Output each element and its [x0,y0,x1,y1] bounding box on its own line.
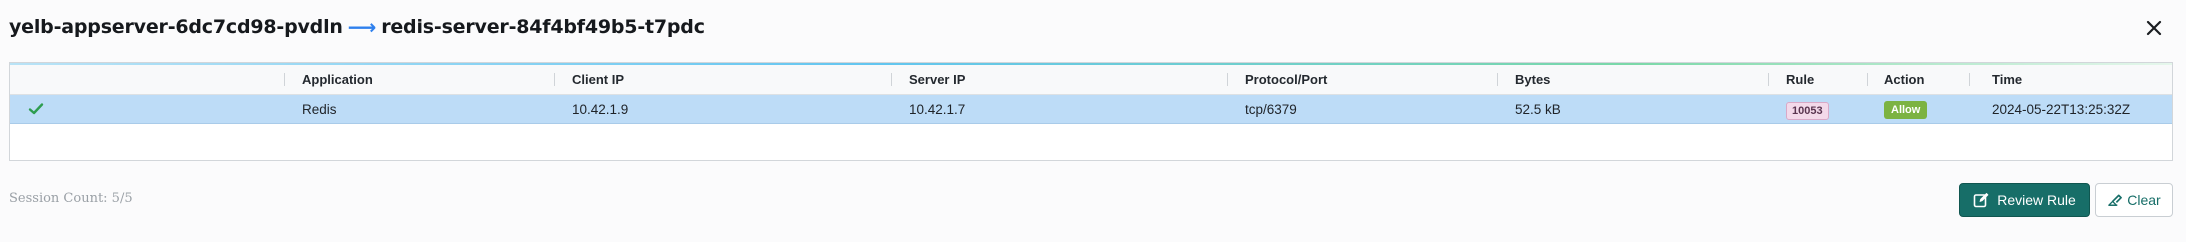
action-badge: Allow [1884,101,1928,119]
session-count: Session Count: 5/5 [9,191,133,206]
edit-icon [1973,193,1989,208]
table-header: Application Client IP Server IP Protocol… [10,65,2172,95]
column-separator [1867,73,1868,86]
eraser-icon [2108,194,2123,206]
close-icon [2146,20,2162,36]
column-separator [284,73,285,86]
column-header-application[interactable]: Application [302,65,373,94]
column-separator [554,73,555,86]
column-separator [1969,73,1970,86]
destination-pod-name: redis-server-84f4bf49b5-t7pdc [381,16,705,38]
column-separator [1227,73,1228,86]
cell-application: Redis [302,102,337,117]
column-header-protocol-port[interactable]: Protocol/Port [1245,65,1327,94]
column-header-server-ip[interactable]: Server IP [909,65,965,94]
rule-badge[interactable]: 10053 [1786,102,1829,120]
close-button[interactable] [2144,18,2164,38]
column-header-rule[interactable]: Rule [1786,65,1814,94]
source-pod-name: yelb-appserver-6dc7cd98-pvdln [9,16,343,38]
cell-protocol-port: tcp/6379 [1245,102,1297,117]
clear-label: Clear [2127,192,2161,208]
check-icon [28,103,44,115]
column-header-client-ip[interactable]: Client IP [572,65,624,94]
cell-time: 2024-05-22T13:25:32Z [1992,102,2131,117]
column-separator [891,73,892,86]
review-rule-button[interactable]: Review Rule [1959,183,2090,217]
column-header-time[interactable]: Time [1992,65,2022,94]
cell-client-ip: 10.42.1.9 [572,102,629,117]
table-row[interactable]: Redis 10.42.1.9 10.42.1.7 tcp/6379 52.5 … [10,95,2172,124]
review-rule-label: Review Rule [1997,192,2076,208]
arrow-right-icon: ⟶ [347,15,377,39]
column-header-action[interactable]: Action [1884,65,1924,94]
column-header-bytes[interactable]: Bytes [1515,65,1550,94]
cell-bytes: 52.5 kB [1515,102,1561,117]
cell-server-ip: 10.42.1.7 [909,102,966,117]
session-details-dialog: yelb-appserver-6dc7cd98-pvdln ⟶ redis-se… [0,0,2186,242]
dialog-title: yelb-appserver-6dc7cd98-pvdln ⟶ redis-se… [9,12,705,42]
column-separator [1768,73,1769,86]
clear-button[interactable]: Clear [2095,183,2173,217]
column-separator [1497,73,1498,86]
sessions-table: Application Client IP Server IP Protocol… [9,62,2173,161]
